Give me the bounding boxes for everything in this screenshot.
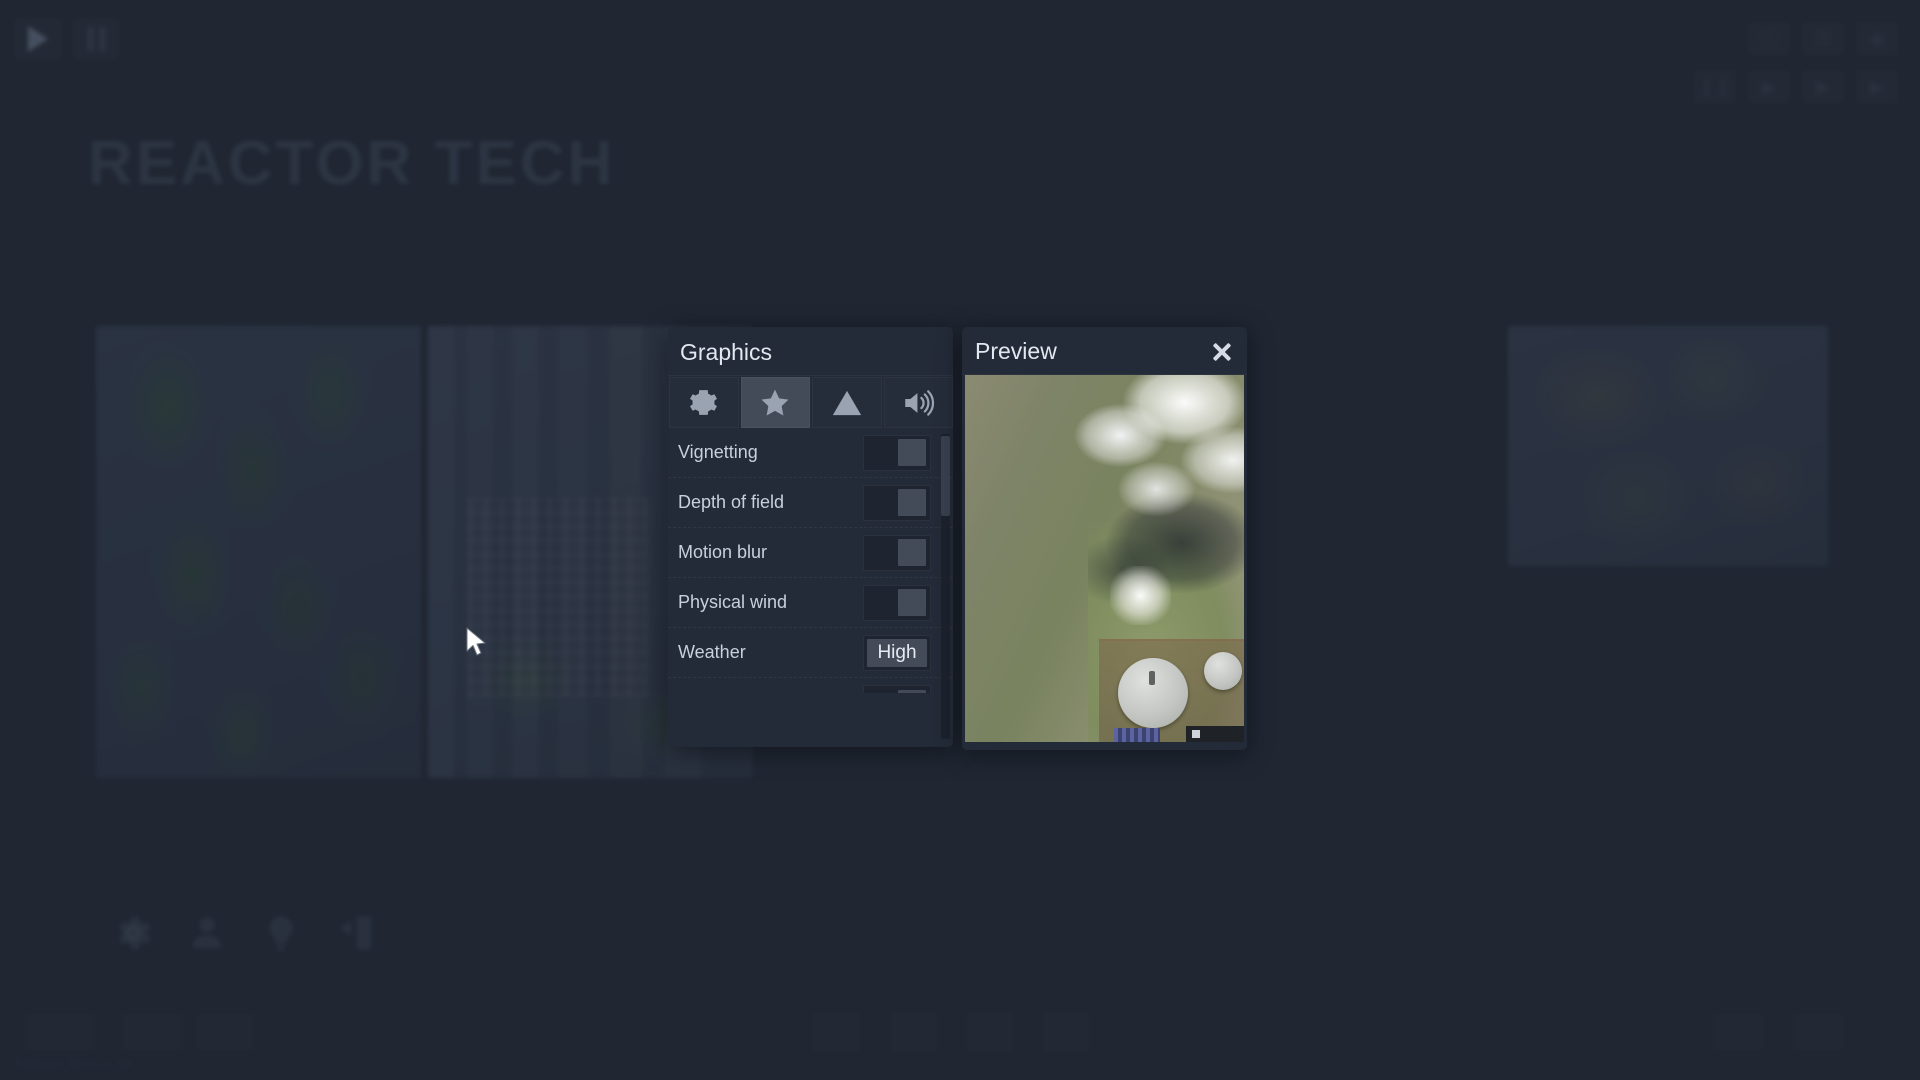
setting-row-vignetting: Vignetting <box>668 428 953 478</box>
tab-graphics[interactable] <box>740 377 810 428</box>
preview-building <box>1114 728 1160 742</box>
bottom-status-row <box>0 1005 1920 1065</box>
preview-water-tank-small <box>1204 652 1242 690</box>
preview-image <box>965 375 1244 742</box>
physical-wind-toggle[interactable] <box>863 584 931 621</box>
depth-of-field-toggle[interactable] <box>863 484 931 521</box>
lightbulb-icon <box>268 916 293 952</box>
tank-vent <box>1148 670 1155 685</box>
setting-row-weather: Weather High <box>668 628 953 678</box>
star-icon <box>761 389 789 415</box>
menu-card-start-company[interactable]: Start company <box>96 326 421 778</box>
tab-terrain[interactable] <box>812 377 882 428</box>
top-left-controls <box>14 18 120 60</box>
setting-label: Weather <box>678 642 746 662</box>
toggle-knob <box>898 589 926 616</box>
status-chip-6[interactable] <box>966 1011 1014 1053</box>
top-right-controls: ⓘ ☰ ◉ ❙❙ ▶ ▶ ▶ <box>1694 22 1898 104</box>
motion-blur-toggle[interactable] <box>863 534 931 571</box>
status-chip-8[interactable] <box>1712 1013 1764 1051</box>
graphics-panel-title: Graphics <box>668 327 953 376</box>
preview-panel-title: Preview <box>975 338 1057 364</box>
setting-label: Depth of field <box>678 492 785 512</box>
setting-label: Vignetting <box>678 442 758 462</box>
page-title: REACTOR TECH <box>88 129 616 198</box>
card-art <box>96 326 421 778</box>
app-root: ⓘ ☰ ◉ ❙❙ ▶ ▶ ▶ REACTOR TECH Start compan… <box>0 0 1920 1080</box>
person-icon <box>192 917 221 949</box>
settings-button[interactable] <box>96 896 170 970</box>
fastest-forward-icon[interactable]: ▶ <box>1856 70 1898 104</box>
setting-label: Physical wind <box>678 592 788 612</box>
particles-toggle[interactable] <box>863 685 931 693</box>
status-chip-1[interactable] <box>24 1013 96 1051</box>
tips-button[interactable] <box>244 896 318 970</box>
preview-water-tank-large <box>1118 658 1188 728</box>
toggle-knob <box>898 489 926 516</box>
pause-icon[interactable]: ❙❙ <box>1694 70 1736 104</box>
setting-row-particles: Particles <box>668 678 953 693</box>
play-icon <box>28 26 48 52</box>
bottom-toolbar <box>96 896 392 970</box>
status-chip-4[interactable] <box>812 1011 860 1053</box>
close-icon[interactable] <box>1209 339 1235 365</box>
main-menu-background: ⓘ ☰ ◉ ❙❙ ▶ ▶ ▶ REACTOR TECH Start compan… <box>0 0 1920 1080</box>
tab-audio[interactable] <box>883 377 953 428</box>
top-right-row-1: ⓘ ☰ ◉ <box>1748 22 1898 56</box>
menu-card-save-company[interactable]: Save company <box>1508 326 1828 566</box>
status-chip-9[interactable] <box>1792 1013 1844 1051</box>
toggle-knob <box>898 539 926 566</box>
triangle-icon <box>832 390 861 415</box>
preview-header: Preview <box>962 327 1247 375</box>
status-chip-5[interactable] <box>890 1011 938 1053</box>
play-button[interactable] <box>14 18 62 60</box>
setting-row-physical-wind: Physical wind <box>668 578 953 628</box>
setting-row-depth-of-field: Depth of field <box>668 478 953 528</box>
settings-tab-bar <box>668 376 953 428</box>
pause-button[interactable] <box>72 18 120 60</box>
preview-cloud-layer <box>1059 375 1244 559</box>
gear-icon <box>118 916 151 950</box>
graphics-settings-panel: Graphics Vignetting Depth of field Motio… <box>668 327 953 747</box>
weather-dropdown[interactable]: High <box>863 634 931 671</box>
profile-button[interactable] <box>170 896 244 970</box>
list-icon[interactable]: ☰ <box>1802 22 1844 56</box>
setting-row-motion-blur: Motion blur <box>668 528 953 578</box>
status-chip-2[interactable] <box>122 1013 184 1051</box>
weather-dropdown-value: High <box>867 638 927 667</box>
speaker-icon <box>905 389 935 416</box>
menu-card-list: Start company Load company Save company <box>0 284 1920 794</box>
toggle-knob <box>898 689 926 693</box>
setting-label: Particles <box>678 693 747 694</box>
exit-icon <box>339 916 372 950</box>
settings-scrollbar[interactable] <box>941 434 950 739</box>
scrollbar-thumb[interactable] <box>941 436 950 516</box>
version-label: Reactor Tech v1.04 <box>14 1056 133 1071</box>
play-icon[interactable]: ▶ <box>1748 70 1790 104</box>
toggle-knob <box>898 439 926 466</box>
card-art <box>1508 326 1828 566</box>
tab-general[interactable] <box>669 377 739 428</box>
preview-panel: Preview <box>962 327 1247 750</box>
top-right-row-2: ❙❙ ▶ ▶ ▶ <box>1694 70 1898 104</box>
fast-forward-icon[interactable]: ▶ <box>1802 70 1844 104</box>
preview-sun-glint <box>1110 565 1172 625</box>
gear-icon <box>690 390 718 415</box>
exit-button[interactable] <box>318 896 392 970</box>
status-chip-7[interactable] <box>1042 1011 1090 1053</box>
preview-facility-plot <box>1098 639 1244 742</box>
setting-label: Motion blur <box>678 542 768 562</box>
pause-icon <box>86 27 106 51</box>
vignetting-toggle[interactable] <box>863 434 931 471</box>
status-chip-3[interactable] <box>196 1013 254 1051</box>
info-icon[interactable]: ⓘ <box>1748 22 1790 56</box>
preview-dark-structure <box>1186 726 1244 742</box>
eye-icon[interactable]: ◉ <box>1856 22 1898 56</box>
graphics-settings-list: Vignetting Depth of field Motion blur Ph… <box>668 428 953 693</box>
